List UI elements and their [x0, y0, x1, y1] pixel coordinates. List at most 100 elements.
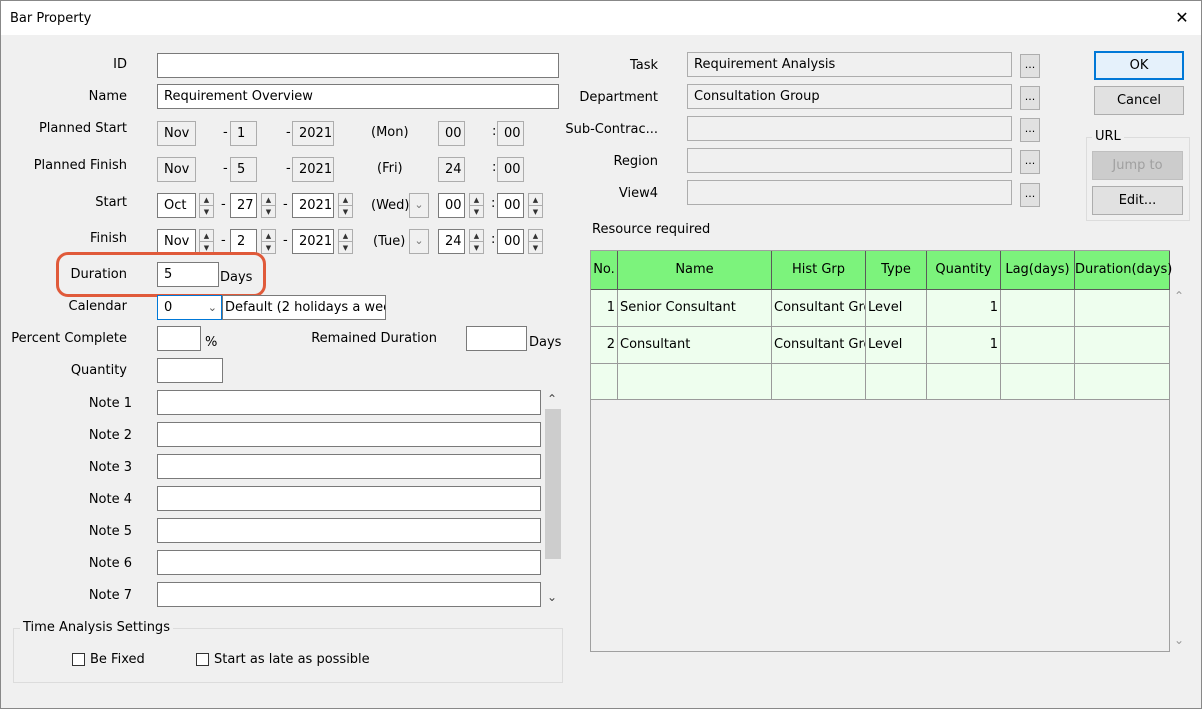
close-icon[interactable]: ✕ [1169, 5, 1195, 31]
duration-field[interactable]: 5 [157, 262, 219, 287]
down-arrow-icon[interactable]: ▼ [339, 206, 352, 218]
down-arrow-icon[interactable]: ▼ [262, 206, 275, 218]
notes-scrollbar[interactable]: ⌃ ⌄ [544, 390, 562, 610]
note-field[interactable] [157, 582, 541, 607]
note-field[interactable] [157, 550, 541, 575]
start-day-spinner[interactable]: ▲ ▼ [261, 193, 276, 218]
note-field[interactable] [157, 518, 541, 543]
be-fixed-checkbox[interactable] [72, 653, 85, 666]
quantity-field[interactable] [157, 358, 223, 383]
up-arrow-icon[interactable]: ▲ [529, 230, 542, 242]
down-arrow-icon[interactable]: ▼ [529, 242, 542, 254]
grid-cell[interactable] [1075, 327, 1170, 364]
grid-cell[interactable]: Senior Consultant [618, 290, 772, 327]
remained-duration-field[interactable] [466, 326, 527, 351]
finish-day-spinner[interactable]: ▲ ▼ [261, 229, 276, 254]
grid-cell[interactable]: 1 [591, 290, 618, 327]
down-arrow-icon[interactable]: ▼ [529, 206, 542, 218]
start-dow-dropdown[interactable]: ⌄ [409, 193, 429, 218]
finish-month-spinner[interactable]: ▲ ▼ [199, 229, 214, 254]
start-min[interactable]: 00 [497, 193, 524, 218]
down-arrow-icon[interactable]: ▼ [200, 206, 213, 218]
id-field[interactable] [157, 53, 559, 78]
date-separator: - [286, 161, 291, 176]
chevron-up-icon[interactable]: ⌃ [1174, 289, 1184, 303]
grid-cell[interactable]: Level [866, 290, 927, 327]
grid-cell[interactable] [772, 364, 866, 400]
department-browse-button[interactable]: ... [1020, 86, 1040, 110]
start-hour[interactable]: 00 [438, 193, 465, 218]
percent-complete-field[interactable] [157, 326, 201, 351]
subcontractor-browse-button[interactable]: ... [1020, 118, 1040, 142]
up-arrow-icon[interactable]: ▲ [529, 194, 542, 206]
grid-cell[interactable] [927, 364, 1001, 400]
grid-cell[interactable] [618, 364, 772, 400]
up-arrow-icon[interactable]: ▲ [200, 194, 213, 206]
view4-browse-button[interactable]: ... [1020, 183, 1040, 207]
grid-cell[interactable] [591, 364, 618, 400]
finish-year-spinner[interactable]: ▲ ▼ [338, 229, 353, 254]
note-field[interactable] [157, 390, 541, 415]
grid-cell[interactable]: 2 [591, 327, 618, 364]
down-arrow-icon[interactable]: ▼ [262, 242, 275, 254]
grid-cell[interactable] [1075, 364, 1170, 400]
finish-min-spinner[interactable]: ▲ ▼ [528, 229, 543, 254]
up-arrow-icon[interactable]: ▲ [339, 230, 352, 242]
grid-cell[interactable] [1001, 327, 1075, 364]
calendar-select[interactable]: 0 ⌄ [157, 295, 222, 320]
grid-cell[interactable]: Consultant [618, 327, 772, 364]
start-year[interactable]: 2021 [292, 193, 334, 218]
late-start-checkbox[interactable] [196, 653, 209, 666]
down-arrow-icon[interactable]: ▼ [339, 242, 352, 254]
up-arrow-icon[interactable]: ▲ [262, 194, 275, 206]
start-day[interactable]: 27 [230, 193, 257, 218]
cancel-button[interactable]: Cancel [1094, 86, 1184, 115]
start-hour-spinner[interactable]: ▲ ▼ [469, 193, 484, 218]
finish-dow-dropdown[interactable]: ⌄ [409, 229, 429, 254]
region-field [687, 148, 1012, 173]
up-arrow-icon[interactable]: ▲ [200, 230, 213, 242]
chevron-down-icon[interactable]: ⌄ [547, 590, 557, 604]
planned-start-hour: 00 [438, 121, 465, 146]
url-edit-button[interactable]: Edit... [1092, 186, 1183, 215]
note-field[interactable] [157, 486, 541, 511]
grid-cell[interactable]: Level [866, 327, 927, 364]
finish-hour-spinner[interactable]: ▲ ▼ [469, 229, 484, 254]
note-field[interactable] [157, 454, 541, 479]
grid-cell[interactable]: Consultant Gro [772, 327, 866, 364]
start-month[interactable]: Oct [157, 193, 196, 218]
up-arrow-icon[interactable]: ▲ [339, 194, 352, 206]
up-arrow-icon[interactable]: ▲ [470, 194, 483, 206]
finish-year[interactable]: 2021 [292, 229, 334, 254]
finish-min[interactable]: 00 [497, 229, 524, 254]
up-arrow-icon[interactable]: ▲ [262, 230, 275, 242]
up-arrow-icon[interactable]: ▲ [470, 230, 483, 242]
scroll-thumb[interactable] [545, 409, 561, 559]
grid-scrollbar[interactable]: ⌃ ⌄ [1170, 289, 1190, 652]
grid-cell[interactable]: 1 [927, 327, 1001, 364]
grid-cell[interactable]: 1 [927, 290, 1001, 327]
down-arrow-icon[interactable]: ▼ [470, 242, 483, 254]
time-separator: : [492, 160, 497, 175]
grid-header-quantity: Quantity [927, 251, 1001, 290]
finish-month[interactable]: Nov [157, 229, 196, 254]
grid-cell[interactable] [1001, 364, 1075, 400]
task-browse-button[interactable]: ... [1020, 54, 1040, 78]
jump-to-button[interactable]: Jump to [1092, 151, 1183, 180]
ok-button[interactable]: OK [1094, 51, 1184, 80]
grid-cell[interactable]: Consultant Gro [772, 290, 866, 327]
finish-day[interactable]: 2 [230, 229, 257, 254]
note-field[interactable] [157, 422, 541, 447]
start-month-spinner[interactable]: ▲ ▼ [199, 193, 214, 218]
chevron-up-icon[interactable]: ⌃ [547, 392, 557, 406]
grid-cell[interactable] [1075, 290, 1170, 327]
name-field[interactable]: Requirement Overview [157, 84, 559, 109]
finish-hour[interactable]: 24 [438, 229, 465, 254]
region-browse-button[interactable]: ... [1020, 150, 1040, 174]
start-year-spinner[interactable]: ▲ ▼ [338, 193, 353, 218]
down-arrow-icon[interactable]: ▼ [470, 206, 483, 218]
grid-cell[interactable] [1001, 290, 1075, 327]
start-min-spinner[interactable]: ▲ ▼ [528, 193, 543, 218]
grid-cell[interactable] [866, 364, 927, 400]
chevron-down-icon[interactable]: ⌄ [1174, 633, 1184, 647]
